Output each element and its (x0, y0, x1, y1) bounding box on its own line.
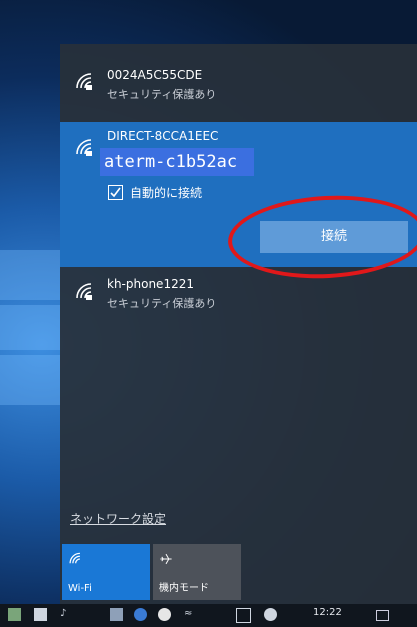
wifi-secured-icon (76, 73, 92, 90)
network-item[interactable]: kh-phone1221 セキュリティ保護あり (60, 268, 417, 324)
close-icon[interactable] (264, 608, 277, 621)
network-settings-link[interactable]: ネットワーク設定 (70, 510, 166, 527)
network-item[interactable]: 0024A5C55CDE セキュリティ保護あり (60, 58, 417, 120)
app-icon[interactable] (34, 608, 47, 621)
taskbar-clock[interactable]: 12:22 (313, 607, 342, 618)
network-flyout: 0024A5C55CDE セキュリティ保護あり DIRECT-8CCA1EEC … (60, 44, 417, 604)
network-status: セキュリティ保護あり (107, 297, 217, 310)
checkmark-icon (110, 187, 121, 198)
password-field[interactable]: aterm-c1b52ac (100, 148, 254, 176)
network-ssid: DIRECT-8CCA1EEC (107, 129, 219, 143)
wallpaper-pane (0, 355, 60, 405)
airplane-tile-label: 機内モード (159, 583, 209, 594)
auto-connect-checkbox[interactable] (108, 185, 123, 200)
app-icon[interactable] (110, 608, 123, 621)
app-icon[interactable] (8, 608, 21, 621)
wallpaper-pane (0, 250, 60, 300)
wifi-tile-label: Wi-Fi (68, 583, 92, 594)
wifi-secured-icon (76, 139, 92, 156)
wifi-icon (69, 552, 81, 564)
airplane-mode-tile[interactable]: 機内モード (153, 544, 241, 600)
wifi-toggle-tile[interactable]: Wi-Fi (62, 544, 150, 600)
network-status: セキュリティ保護あり (107, 88, 217, 101)
speaker-icon[interactable]: ♪ (60, 608, 73, 621)
taskbar: ♪ ≈ 12:22 (0, 604, 417, 627)
network-ssid: kh-phone1221 (107, 277, 194, 291)
auto-connect-label: 自動的に接続 (130, 186, 203, 200)
notification-icon[interactable] (376, 610, 389, 621)
airplane-icon (160, 553, 172, 565)
network-ssid: 0024A5C55CDE (107, 68, 203, 82)
wifi-icon[interactable]: ≈ (184, 608, 197, 621)
wallpaper-pane (0, 305, 60, 350)
app-icon[interactable] (158, 608, 171, 621)
keyboard-icon[interactable] (236, 608, 251, 623)
app-icon[interactable] (134, 608, 147, 621)
wifi-secured-icon (76, 283, 92, 300)
